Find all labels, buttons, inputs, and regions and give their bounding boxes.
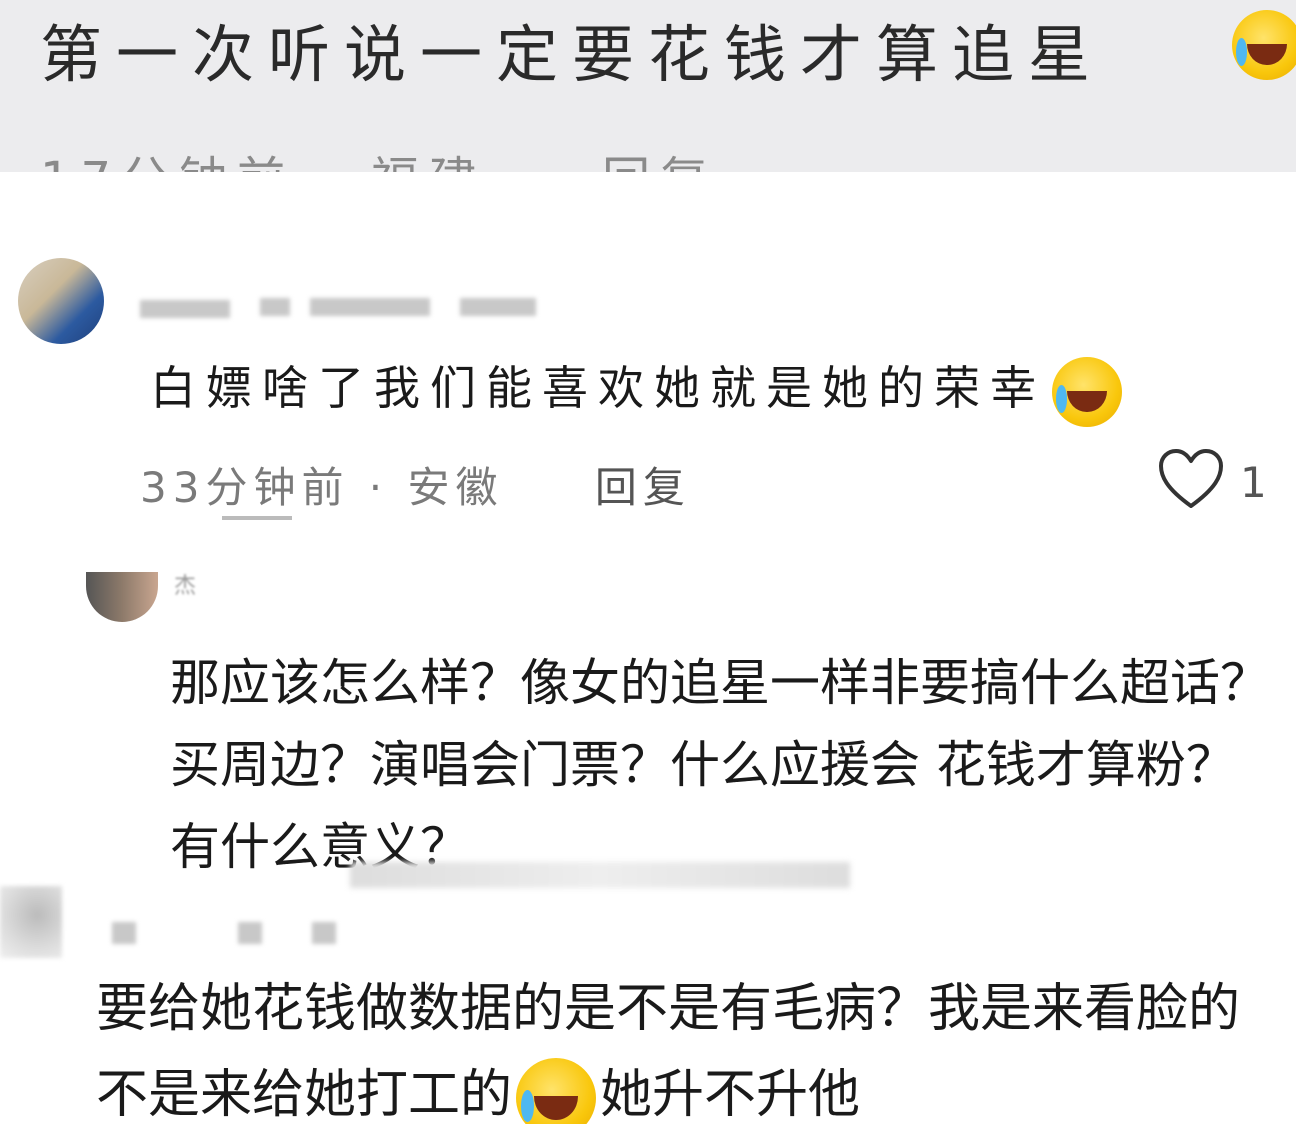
like-count: 1 [1240, 458, 1267, 507]
previous-comment-time-location: 17分钟前 · 福建 [40, 152, 487, 172]
previous-comment-reply-button[interactable]: 回复 [602, 152, 718, 172]
comment-1-time-location: 33分钟前 · 安徽 [140, 463, 504, 512]
username-blurred-part [312, 922, 336, 944]
reply-avatar[interactable] [86, 572, 158, 622]
divider [222, 516, 292, 520]
username-blurred-part [238, 922, 262, 944]
comment-3-text-part-2: 她升不升他 [600, 1065, 861, 1124]
avatar[interactable] [0, 886, 62, 958]
comment-3-body: 要给她花钱做数据的是不是有毛病？我是来看脸的不是来给她打工的 她升不升他 [96, 966, 1276, 1124]
comment-1-meta: 33分钟前 · 安徽 回复 [140, 454, 691, 515]
reply-username[interactable]: 杰 [174, 568, 234, 600]
previous-comment: 第一次听说一定要花钱才算追星 17分钟前 · 福建 回复 [0, 0, 1296, 172]
avatar[interactable] [18, 258, 104, 344]
laughing-crying-emoji-icon [516, 1058, 597, 1124]
reply-text: 那应该怎么样？像女的追星一样非要搞什么超话？买周边？演唱会门票？什么应援会 花钱… [170, 654, 1270, 876]
comment-1-body: 白嫖啥了我们能喜欢她就是她的荣幸 [150, 352, 1122, 427]
username-blurred-part [310, 298, 430, 316]
comment-1-text: 白嫖啥了我们能喜欢她就是她的荣幸 [150, 361, 1046, 415]
heart-icon[interactable] [1158, 448, 1224, 510]
previous-comment-text: 第一次听说一定要花钱才算追星 [40, 18, 1105, 91]
laughing-crying-emoji-icon [1052, 357, 1122, 427]
blurred-meta [350, 862, 850, 888]
username-blurred-part [460, 298, 536, 316]
username-blurred-part [260, 298, 290, 316]
previous-comment-meta: 17分钟前 · 福建 回复 [40, 140, 718, 172]
comment-1-reply-button[interactable]: 回复 [595, 463, 691, 512]
laughing-crying-emoji-icon [1232, 10, 1296, 80]
username-blurred[interactable] [140, 300, 230, 318]
username-blurred[interactable] [112, 922, 136, 944]
